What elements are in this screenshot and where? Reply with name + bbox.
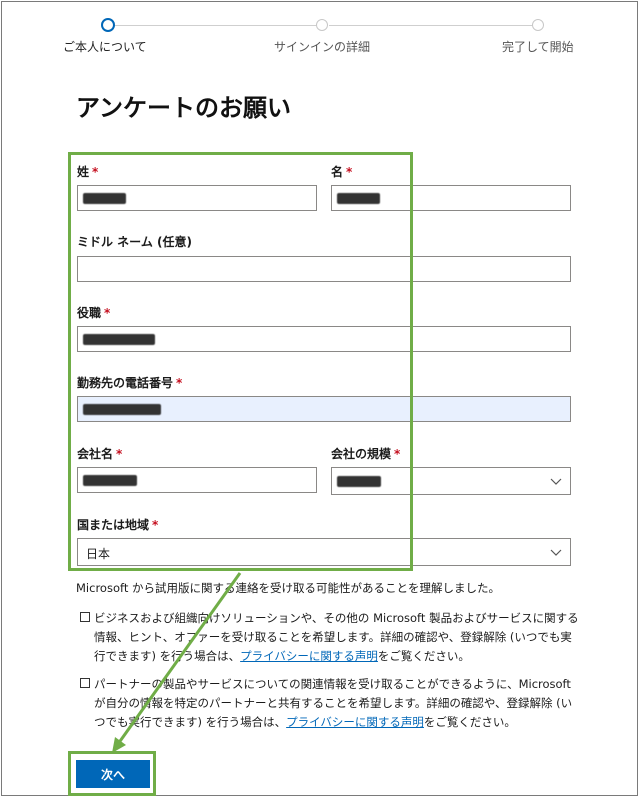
- consent-option-partner: パートナーの製品やサービスについての関連情報を受け取ることができるように、Mic…: [80, 675, 580, 732]
- consent-option-marketing: ビジネスおよび組織向けソリューションや、その他の Microsoft 製品および…: [80, 609, 580, 666]
- company-size-label: 会社の規模 *: [331, 447, 401, 461]
- redacted-value: [83, 475, 137, 486]
- last-name-label: 姓 *: [77, 165, 99, 179]
- step-3-indicator: [532, 19, 544, 31]
- redacted-value: [83, 404, 161, 415]
- company-size-select[interactable]: [331, 467, 571, 495]
- redacted-value: [337, 193, 380, 204]
- job-title-input[interactable]: [77, 326, 571, 352]
- middle-name-input[interactable]: [77, 256, 571, 282]
- stepper-line: [329, 25, 533, 26]
- privacy-statement-link[interactable]: プライバシーに関する声明: [240, 649, 378, 663]
- partner-checkbox[interactable]: [80, 678, 90, 688]
- job-title-label: 役職 *: [77, 306, 111, 320]
- work-phone-input[interactable]: [77, 396, 571, 422]
- chevron-down-icon: [550, 478, 562, 485]
- page-title: アンケートのお願い: [76, 94, 292, 122]
- progress-stepper: ご本人について サインインの詳細 完了して開始: [0, 0, 641, 70]
- step-1-indicator: [101, 18, 115, 32]
- country-label: 国または地域 *: [77, 518, 159, 532]
- step-3-label: 完了して開始: [502, 40, 574, 54]
- country-select[interactable]: 日本: [77, 538, 571, 566]
- country-value: 日本: [86, 547, 111, 561]
- chevron-down-icon: [550, 549, 562, 556]
- privacy-statement-link[interactable]: プライバシーに関する声明: [286, 715, 424, 729]
- stepper-line: [115, 25, 317, 26]
- marketing-checkbox[interactable]: [80, 612, 90, 622]
- redacted-value: [83, 334, 155, 345]
- middle-name-label: ミドル ネーム (任意): [77, 235, 192, 249]
- next-button[interactable]: 次へ: [76, 760, 150, 788]
- first-name-label: 名 *: [331, 165, 353, 179]
- trial-contact-notice: Microsoft から試用版に関する連絡を受け取る可能性があることを理解しまし…: [76, 581, 500, 595]
- redacted-value: [337, 476, 381, 487]
- step-2-label: サインインの詳細: [274, 40, 371, 54]
- first-name-input[interactable]: [331, 185, 571, 211]
- step-1-label: ご本人について: [63, 40, 147, 54]
- last-name-input[interactable]: [77, 185, 317, 211]
- step-2-indicator: [316, 19, 328, 31]
- work-phone-label: 勤務先の電話番号 *: [77, 376, 183, 390]
- redacted-value: [83, 193, 126, 204]
- company-label: 会社名 *: [77, 447, 123, 461]
- company-input[interactable]: [77, 467, 317, 493]
